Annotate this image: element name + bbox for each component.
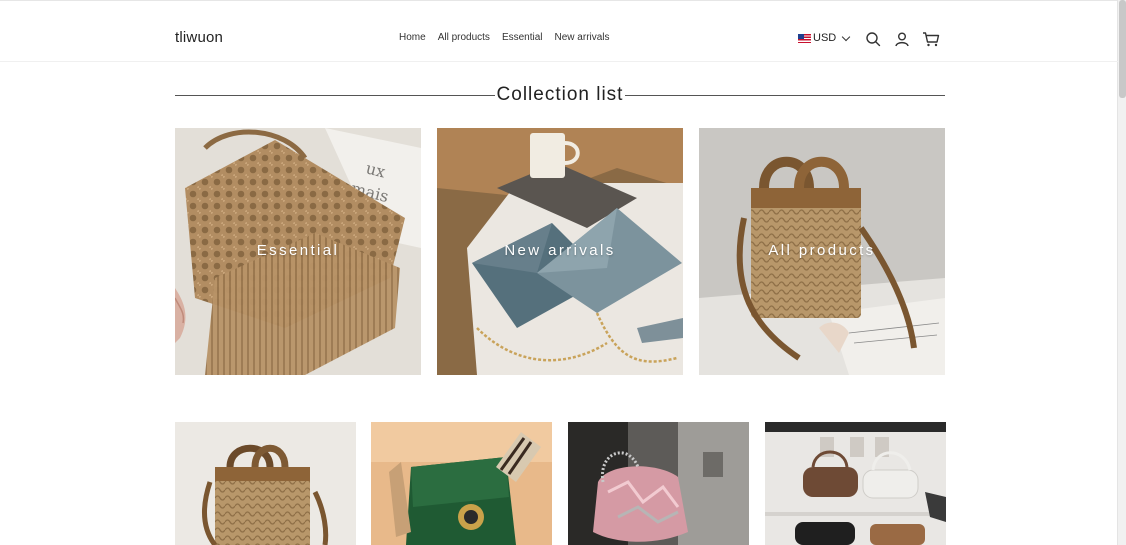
- nav-new-arrivals[interactable]: New arrivals: [555, 32, 610, 43]
- us-flag-icon: [798, 33, 811, 43]
- straw-basket-bag-image: [175, 422, 356, 545]
- main-nav: Home All products Essential New arrivals: [399, 32, 610, 43]
- chevron-down-icon: [841, 32, 851, 41]
- logo[interactable]: tliwuon: [175, 29, 223, 46]
- page-scrollbar[interactable]: [1117, 0, 1126, 545]
- collection-label: Essential: [256, 242, 340, 259]
- search-icon[interactable]: [865, 31, 881, 47]
- product-card[interactable]: [175, 422, 356, 545]
- product-card[interactable]: [371, 422, 552, 545]
- collection-card-essential[interactable]: ux mais ection- ire Essential: [175, 128, 421, 375]
- collection-label: All products: [768, 242, 876, 259]
- nav-essential[interactable]: Essential: [502, 32, 543, 43]
- nav-home[interactable]: Home: [399, 32, 426, 43]
- account-icon[interactable]: [894, 31, 910, 47]
- collection-list-heading: Collection list: [175, 84, 945, 108]
- site-header: tliwuon Home All products Essential New …: [0, 1, 1118, 62]
- shoulder-bags-group-image: [765, 422, 946, 545]
- product-card[interactable]: [568, 422, 749, 545]
- green-shoulder-bag-image: [371, 422, 552, 545]
- collection-label: New arrivals: [504, 242, 616, 259]
- collection-card-all-products[interactable]: All products: [699, 128, 945, 375]
- currency-selector[interactable]: USD: [798, 32, 851, 44]
- currency-code: USD: [813, 32, 837, 44]
- cart-icon[interactable]: [922, 31, 940, 47]
- collection-card-new-arrivals[interactable]: New arrivals: [437, 128, 683, 375]
- nav-all-products[interactable]: All products: [438, 32, 490, 43]
- sequin-bag-image: [568, 422, 749, 545]
- heading-rule-right: [625, 95, 945, 96]
- product-card[interactable]: [765, 422, 946, 545]
- scrollbar-thumb[interactable]: [1119, 0, 1126, 98]
